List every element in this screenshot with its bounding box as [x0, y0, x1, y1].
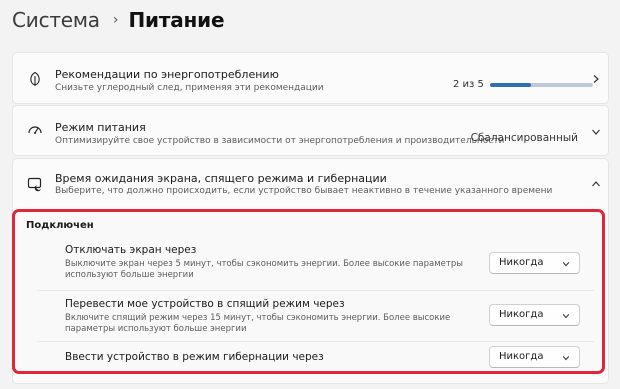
hibernate-value: Никогда	[499, 351, 544, 362]
plugged-in-settings-highlight: Подключен Отключать экран через Выключит…	[12, 209, 605, 374]
sleep-title: Время ожидания экрана, спящего режима и …	[55, 172, 387, 185]
sleep-value: Никогда	[499, 309, 544, 320]
energy-recommendations-card[interactable]: Рекомендации по энергопотреблению Снизьт…	[12, 52, 609, 104]
leaf-icon	[30, 71, 40, 86]
chevron-right-icon[interactable]	[591, 74, 601, 84]
power-mode-select[interactable]: Сбалансированный	[471, 132, 578, 144]
sleep-dropdown[interactable]: Никогда	[489, 304, 580, 326]
power-mode-title: Режим питания	[55, 121, 146, 134]
breadcrumb-system-link[interactable]: Система	[12, 8, 100, 32]
sleep-row-title: Перевести мое устройство в спящий режим …	[65, 298, 345, 310]
screen-off-value: Никогда	[499, 257, 544, 268]
breadcrumb: Система › Питание	[12, 6, 225, 34]
screen-off-title: Отключать экран через	[65, 244, 197, 256]
chevron-up-icon[interactable]	[591, 179, 601, 189]
breadcrumb-separator: ›	[112, 12, 119, 28]
recommendations-progress-bar	[490, 83, 593, 87]
hibernate-row: Ввести устройство в режим гибернации чер…	[37, 341, 594, 372]
recommendations-progress-fill	[490, 83, 532, 87]
power-mode-subtitle: Оптимизируйте свое устройство в зависимо…	[55, 136, 505, 146]
chevron-down-icon	[562, 356, 570, 361]
screen-sleep-icon	[27, 177, 42, 192]
chevron-down-icon	[562, 262, 570, 267]
sleep-row-description: Включите спящий режим через 15 минут, чт…	[65, 313, 451, 334]
sleep-row: Перевести мое устройство в спящий режим …	[37, 290, 594, 340]
sleep-subtitle: Выберите, что должно происходить, если у…	[55, 186, 553, 196]
plugged-in-label: Подключен	[26, 220, 94, 231]
screen-off-description: Выключите экран через 5 минут, чтобы сэк…	[65, 259, 463, 280]
chevron-down-icon	[562, 314, 570, 319]
page-title: Питание	[128, 8, 225, 32]
recommendations-title: Рекомендации по энергопотреблению	[55, 68, 279, 81]
recommendations-subtitle: Снизьте углеродный след, применяя эти ре…	[55, 83, 324, 93]
hibernate-title: Ввести устройство в режим гибернации чер…	[65, 351, 324, 363]
recommendations-progress-text: 2 из 5	[453, 79, 484, 90]
speedometer-icon	[28, 126, 42, 134]
chevron-down-icon[interactable]	[591, 127, 601, 137]
screen-off-dropdown[interactable]: Никогда	[489, 252, 580, 274]
power-mode-card[interactable]: Режим питания Оптимизируйте свое устройс…	[12, 105, 609, 156]
hibernate-dropdown[interactable]: Никогда	[489, 346, 580, 368]
screen-off-row: Отключать экран через Выключите экран че…	[37, 240, 594, 290]
